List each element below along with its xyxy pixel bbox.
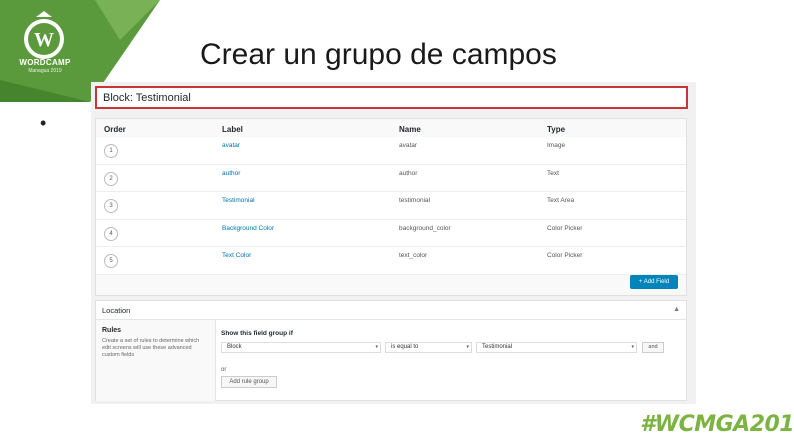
- slide-title: Crear un grupo de campos: [200, 38, 557, 71]
- chevron-down-icon: ▾: [375, 344, 378, 350]
- table-row: 1 avatar avatar Image: [96, 137, 686, 165]
- rule-operator-select[interactable]: is equal to ▾: [385, 342, 472, 353]
- fields-table: Order Label Name Type 1 avatar avatar Im…: [95, 118, 687, 296]
- field-group-title-value: Block: Testimonial: [103, 92, 191, 104]
- rule-param-select[interactable]: Block ▾: [221, 342, 381, 353]
- table-row: 5 Text Color text_color Color Picker: [96, 247, 686, 275]
- order-badge[interactable]: 3: [104, 199, 118, 213]
- rule-value-select[interactable]: Testimonial ▾: [476, 342, 637, 353]
- event-hashtag: #WCMGA2019: [640, 412, 794, 437]
- chevron-down-icon: ▾: [466, 344, 469, 350]
- rules-sidebar: Rules Create a set of rules to determine…: [96, 320, 216, 401]
- column-order: Order: [104, 125, 126, 134]
- field-name: text_color: [399, 252, 428, 259]
- location-title: Location: [102, 306, 131, 315]
- field-type: Text Area: [547, 197, 575, 204]
- field-type: Color Picker: [547, 224, 583, 232]
- wordcamp-name: WORDCAMP: [19, 58, 71, 67]
- field-group-title-input[interactable]: Block: Testimonial: [95, 86, 688, 109]
- order-badge[interactable]: 5: [104, 254, 118, 268]
- field-name: background_color: [399, 224, 451, 232]
- bullet-point: •: [40, 113, 47, 133]
- field-type: Image: [547, 142, 566, 149]
- wordcamp-subtitle: Managua 2019: [28, 68, 62, 74]
- rules-label: Rules: [102, 327, 122, 334]
- table-row: 4 Background Color background_color Colo…: [96, 220, 686, 247]
- field-name: testimonial: [399, 197, 431, 204]
- field-rows: 1 avatar avatar Image 2 author author Te…: [96, 137, 686, 275]
- table-row: 2 author author Text: [96, 165, 686, 192]
- show-if-label: Show this field group if: [221, 330, 293, 337]
- collapse-arrow-icon[interactable]: ▲: [673, 306, 680, 313]
- field-label-link[interactable]: Text Color: [222, 252, 251, 259]
- field-type: Color Picker: [547, 252, 583, 259]
- add-field-button[interactable]: + Add Field: [630, 275, 678, 289]
- table-row: 3 Testimonial testimonial Text Area: [96, 192, 686, 220]
- add-rule-group-button[interactable]: Add rule group: [221, 376, 277, 388]
- field-label-link[interactable]: author: [222, 170, 240, 177]
- rule-param-value: Block: [227, 344, 242, 350]
- rules-description: Create a set of rules to determine which…: [102, 338, 200, 358]
- column-label: Label: [222, 125, 243, 134]
- field-type: Text: [547, 169, 559, 177]
- field-label-link[interactable]: Testimonial: [222, 197, 255, 204]
- chevron-down-icon: ▾: [631, 344, 634, 350]
- order-badge[interactable]: 1: [104, 144, 118, 158]
- and-rule-button[interactable]: and: [642, 342, 664, 353]
- field-name: avatar: [399, 142, 418, 149]
- column-type: Type: [547, 125, 566, 134]
- acf-screenshot: Block: Testimonial Order Label Name Type…: [91, 82, 696, 404]
- order-badge[interactable]: 4: [104, 226, 118, 241]
- rule-value-value: Testimonial: [482, 344, 513, 350]
- field-label-link[interactable]: avatar: [222, 142, 240, 149]
- column-name: Name: [399, 125, 421, 134]
- or-label: or: [221, 367, 227, 373]
- location-header[interactable]: Location ▲: [96, 301, 686, 320]
- rule-operator-value: is equal to: [391, 344, 419, 350]
- svg-text:W: W: [34, 29, 54, 51]
- field-label-link[interactable]: Background Color: [222, 225, 274, 232]
- field-name: author: [399, 169, 418, 177]
- order-badge[interactable]: 2: [104, 171, 118, 186]
- location-panel: Location ▲ Rules Create a set of rules t…: [95, 300, 687, 401]
